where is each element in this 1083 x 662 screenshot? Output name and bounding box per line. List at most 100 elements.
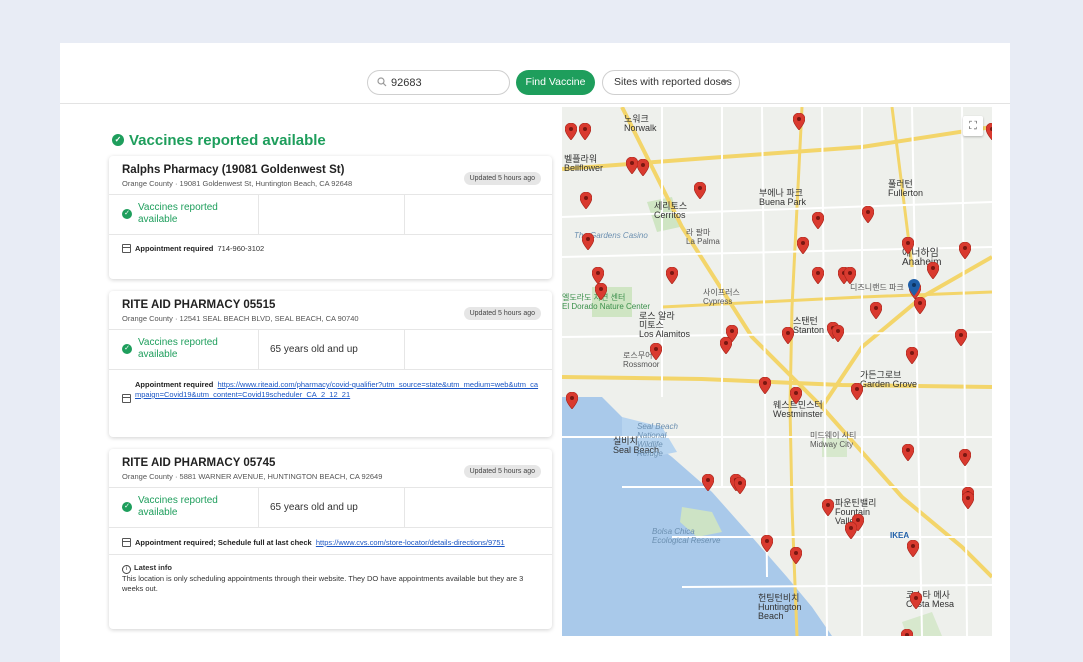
check-circle-icon: ✓ — [112, 134, 124, 146]
map-pin-icon[interactable] — [650, 343, 662, 360]
map-pin-icon[interactable] — [927, 262, 939, 279]
check-circle-icon: ✓ — [122, 209, 132, 219]
map-label: 가든그로브 Garden Grove — [860, 370, 918, 389]
map-label: 사이프러스 Cypress — [703, 288, 740, 306]
updated-badge: Updated 5 hours ago — [463, 465, 541, 478]
calendar-icon — [122, 394, 131, 403]
map-pin-icon[interactable] — [761, 535, 773, 552]
search-input[interactable] — [391, 74, 501, 92]
status-row: ✓ Vaccines reported available 65 years ol… — [109, 488, 552, 528]
map-pin-icon[interactable] — [812, 267, 824, 284]
map-pin-icon[interactable] — [782, 327, 794, 344]
results-heading: ✓ Vaccines reported available — [112, 130, 326, 150]
calendar-icon — [122, 244, 131, 253]
map-pin-icon[interactable] — [914, 297, 926, 314]
search-field[interactable] — [367, 70, 510, 95]
map-pin-icon[interactable] — [702, 474, 714, 491]
map-label: 디즈니랜드 파크 — [850, 283, 904, 292]
map-pin-icon[interactable] — [580, 192, 592, 209]
latest-info: i Latest info This location is only sched… — [109, 555, 552, 594]
map-pin-icon[interactable] — [851, 383, 863, 400]
map-pin-icon[interactable] — [595, 283, 607, 300]
map-pin-icon[interactable] — [955, 329, 967, 346]
check-circle-icon: ✓ — [122, 502, 132, 512]
map-label: 헌팅턴비치 Huntington Beach — [758, 593, 802, 621]
availability-status: ✓ Vaccines reported available — [122, 337, 252, 361]
phone-number[interactable]: 714-960-3102 — [218, 244, 265, 253]
map-pin-icon[interactable] — [845, 522, 857, 539]
results-heading-text: Vaccines reported available — [129, 131, 326, 149]
map-label: 라 팔마 La Palma — [686, 228, 720, 246]
map-pin-icon[interactable] — [906, 347, 918, 364]
map-pin-icon[interactable] — [582, 233, 594, 250]
chevron-down-icon: ▼ — [721, 78, 729, 87]
map-label: 스탠턴 Stanton — [793, 316, 825, 335]
map-label: 노워크 Norwalk — [624, 114, 657, 133]
map-pin-icon[interactable] — [902, 237, 914, 254]
map-pin-icon[interactable] — [959, 242, 971, 259]
map-label: 미드웨이 시티 Midway City — [810, 431, 857, 449]
location-card[interactable]: RITE AID PHARMACY 05515 Orange County · … — [109, 291, 552, 437]
map-pin-icon[interactable] — [666, 267, 678, 284]
card-header: RITE AID PHARMACY 05515 Orange County · … — [109, 291, 552, 330]
map-label: Seal Beach National Wildlife Refuge — [637, 422, 678, 458]
map-pin-icon[interactable] — [907, 540, 919, 557]
map-pin-icon[interactable] — [902, 444, 914, 461]
map-pin-icon[interactable] — [901, 629, 913, 636]
map-pin-icon[interactable] — [844, 267, 856, 284]
map-background — [562, 107, 992, 636]
availability-status: ✓ Vaccines reported available — [122, 495, 252, 519]
map-pin-icon[interactable] — [870, 302, 882, 319]
map-label: Bolsa Chica Ecological Reserve — [652, 527, 721, 545]
status-row: ✓ Vaccines reported available 65 years ol… — [109, 330, 552, 370]
booking-link[interactable]: https://www.cvs.com/store-locator/detail… — [316, 538, 505, 547]
map-pin-icon[interactable] — [592, 267, 604, 284]
map-pin-icon[interactable] — [962, 492, 974, 509]
map-pin-icon[interactable] — [797, 237, 809, 254]
map-pin-icon[interactable] — [759, 377, 771, 394]
map-label: 로스 알라 미토스 Los Alamitos — [639, 311, 691, 339]
map-pin-icon[interactable] — [566, 392, 578, 409]
map-pin-icon[interactable] — [694, 182, 706, 199]
map-pin-icon[interactable] — [959, 449, 971, 466]
map-pin-icon[interactable] — [790, 387, 802, 404]
appointment-info: Appointment required 714-960-3102 — [109, 235, 552, 253]
calendar-icon — [122, 538, 131, 547]
map-label: 세리토스 Cerritos — [654, 201, 688, 220]
map-pin-icon[interactable] — [734, 477, 746, 494]
map-label: 부에나 파크 Buena Park — [759, 188, 807, 207]
map-pin-icon[interactable] — [637, 159, 649, 176]
latest-info-text: This location is only scheduling appoint… — [122, 574, 524, 593]
map-label: 풀러턴 Fullerton — [888, 179, 924, 198]
map-pin-icon[interactable] — [910, 592, 922, 609]
map-pin-icon[interactable] — [790, 547, 802, 564]
map-pin-icon[interactable] — [579, 123, 591, 140]
map-pin-icon[interactable] — [862, 206, 874, 223]
location-card[interactable]: RITE AID PHARMACY 05745 Orange County · … — [109, 449, 552, 629]
search-bar: Find Vaccine Sites with reported doses ▼ — [60, 43, 1010, 104]
info-icon: i — [122, 565, 131, 574]
status-row: ✓ Vaccines reported available — [109, 195, 552, 235]
search-icon — [377, 77, 387, 87]
map-pin-icon[interactable] — [986, 123, 992, 140]
map-label: IKEA — [890, 531, 910, 540]
selected-pin-icon[interactable] — [908, 279, 920, 296]
sites-filter-dropdown[interactable]: Sites with reported doses ▼ — [602, 70, 740, 95]
map-pin-icon[interactable] — [720, 337, 732, 354]
map-pin-icon[interactable] — [832, 325, 844, 342]
card-header: RITE AID PHARMACY 05745 Orange County · … — [109, 449, 552, 488]
updated-badge: Updated 5 hours ago — [463, 307, 541, 320]
map-pin-icon[interactable] — [822, 499, 834, 516]
find-vaccine-button[interactable]: Find Vaccine — [516, 70, 595, 95]
eligibility-text: 65 years old and up — [270, 344, 358, 355]
map-pin-icon[interactable] — [812, 212, 824, 229]
fullscreen-icon[interactable]: ⛶ — [963, 116, 983, 136]
map-pin-icon[interactable] — [565, 123, 577, 140]
filter-label: Sites with reported doses — [614, 76, 732, 88]
map-pin-icon[interactable] — [793, 113, 805, 130]
map[interactable]: 노워크 Norwalk 벨플라워 Bellflower 부에나 파크 Buena… — [562, 107, 992, 636]
location-card[interactable]: Ralphs Pharmacy (19081 Goldenwest St) Or… — [109, 156, 552, 279]
updated-badge: Updated 5 hours ago — [463, 172, 541, 185]
card-header: Ralphs Pharmacy (19081 Goldenwest St) Or… — [109, 156, 552, 195]
check-circle-icon: ✓ — [122, 344, 132, 354]
